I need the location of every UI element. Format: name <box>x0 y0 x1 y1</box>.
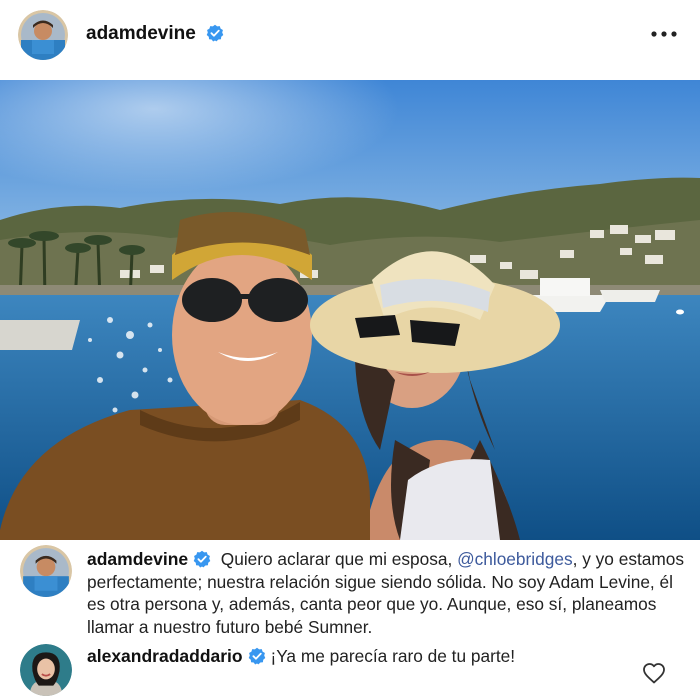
selfie-photo <box>0 80 700 540</box>
comment-text: alexandradaddario ¡Ya me parecía raro de… <box>87 646 647 667</box>
avatar[interactable] <box>20 644 72 696</box>
verified-badge-icon <box>193 550 211 568</box>
comment-body: ¡Ya me parecía raro de tu parte! <box>270 646 516 666</box>
avatar[interactable] <box>20 545 72 597</box>
mention-link[interactable]: @chloebridges <box>457 549 573 569</box>
post-header: adamdevine <box>0 0 700 74</box>
avatar[interactable] <box>18 10 68 60</box>
verified-badge-icon <box>248 647 265 665</box>
comment-body-start: Quiero aclarar que mi esposa, <box>220 549 458 569</box>
verified-badge-icon <box>206 24 224 42</box>
comment-username[interactable]: adamdevine <box>87 549 188 569</box>
comment-text: adamdevine Quiero aclarar que mi esposa,… <box>87 548 687 638</box>
post-username[interactable]: adamdevine <box>86 23 224 45</box>
more-horizontal-icon[interactable] <box>650 24 678 44</box>
comment-username[interactable]: alexandradaddario <box>87 646 243 666</box>
username-text[interactable]: adamdevine <box>86 23 196 44</box>
post-photo[interactable] <box>0 80 700 540</box>
heart-outline-icon[interactable] <box>642 662 666 684</box>
